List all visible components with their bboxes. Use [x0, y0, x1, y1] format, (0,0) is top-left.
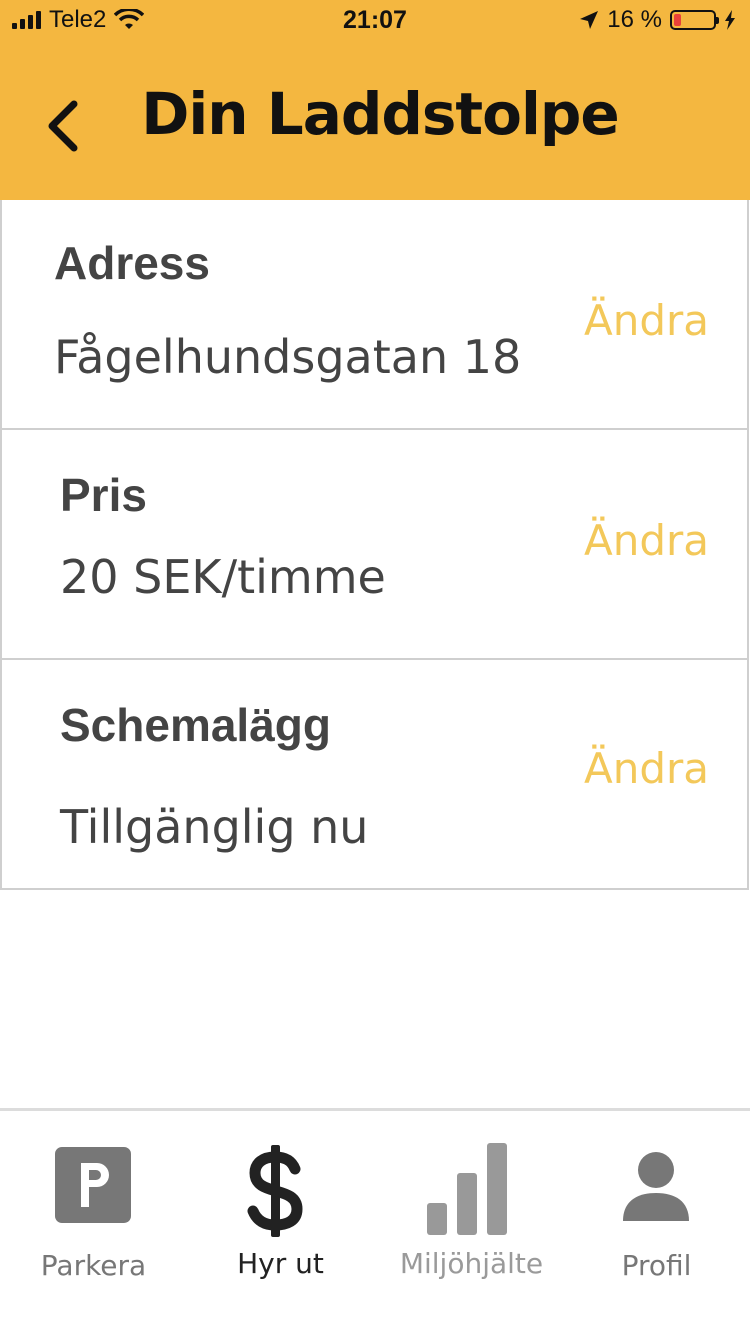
- price-title: Pris: [60, 469, 147, 521]
- parking-icon: [55, 1147, 131, 1223]
- address-row: Adress Fågelhundsgatan 18 Ändra: [0, 200, 749, 430]
- dollar-icon: [247, 1145, 303, 1237]
- tab-label-hyr-ut: Hyr ut: [237, 1247, 324, 1280]
- tab-profil[interactable]: Profil: [563, 1111, 750, 1337]
- schedule-row: Schemalägg Tillgänglig nu Ändra: [0, 660, 749, 890]
- price-row: Pris 20 SEK/timme Ändra: [0, 430, 749, 660]
- status-bar: Tele2 21:07 16 %: [0, 0, 750, 42]
- address-title: Adress: [54, 237, 210, 289]
- edit-address-button[interactable]: Ändra: [584, 296, 709, 345]
- page-title: Din Laddstolpe: [141, 80, 619, 148]
- schedule-value: Tillgänglig nu: [60, 800, 369, 854]
- battery-icon: [670, 10, 719, 30]
- tab-bar: Parkera Hyr ut Miljöhjälte Profil: [0, 1108, 750, 1337]
- address-value: Fågelhundsgatan 18: [54, 330, 522, 384]
- user-icon: [623, 1152, 689, 1221]
- charging-bolt-icon: [725, 10, 735, 30]
- tab-label-profil: Profil: [621, 1249, 692, 1282]
- tab-label-miljohjalte: Miljöhjälte: [399, 1247, 544, 1280]
- bar-chart-icon: [427, 1143, 507, 1235]
- tab-miljohjalte[interactable]: Miljöhjälte: [378, 1111, 565, 1337]
- tab-parkera[interactable]: Parkera: [0, 1111, 187, 1337]
- edit-schedule-button[interactable]: Ändra: [584, 744, 709, 793]
- location-arrow-icon: [580, 11, 599, 29]
- status-right: 16 %: [579, 6, 736, 34]
- tab-label-parkera: Parkera: [40, 1249, 147, 1282]
- header-bar: Tele2 21:07 16 % Din Laddstolpe: [0, 0, 750, 200]
- edit-price-button[interactable]: Ändra: [584, 516, 709, 565]
- battery-percent: 16 %: [607, 6, 662, 33]
- tab-hyr-ut[interactable]: Hyr ut: [187, 1111, 374, 1337]
- price-value: 20 SEK/timme: [60, 550, 386, 604]
- schedule-title: Schemalägg: [60, 699, 331, 751]
